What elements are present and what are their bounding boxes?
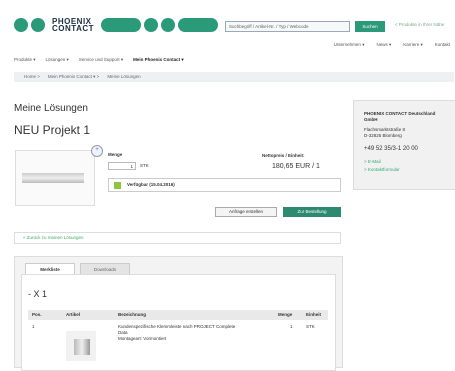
breadcrumb-current: Meine Lösungen (107, 74, 141, 79)
project-title: NEU Projekt 1 (14, 123, 91, 137)
logo-wordmark: PHOENIX CONTACT (52, 17, 95, 33)
contact-company: PHOENIX CONTACT Deutschland GmbH (364, 111, 436, 122)
col-pos: Pos. (32, 312, 42, 317)
breadcrumb-home[interactable]: Home > (24, 72, 40, 82)
contact-form-link[interactable]: > Kontaktformular (364, 167, 400, 172)
logo-dot (31, 18, 45, 32)
row-menge: 1 (290, 324, 293, 329)
row-product-image (66, 331, 96, 361)
logo-dot (14, 18, 28, 32)
breadcrumb-mein-phoenix[interactable]: Mein Phoenix Contact ▾ > (48, 72, 99, 82)
search-button[interactable]: Suchen (355, 21, 385, 32)
price-value: 180,65 EUR / 1 (272, 163, 320, 170)
back-link[interactable]: « Zurück zu meinen Lösungen (14, 232, 341, 244)
tabs-panel: Merkliste Downloads - X 1 Pos. Artikel B… (14, 256, 343, 371)
main-nav: Produkte ▾ Lösungen ▾ Service und Suppor… (14, 57, 184, 63)
logo-dot (144, 18, 159, 32)
section-title: - X 1 (28, 289, 48, 299)
phoenix-logo[interactable]: PHOENIX CONTACT (14, 17, 219, 33)
language-selector[interactable]: < Produkte in Ihrer Nähe (395, 22, 444, 27)
nav-service[interactable]: Service und Support ▾ (79, 57, 123, 63)
col-artikel: Artikel (66, 312, 81, 317)
row-einheit: STK (306, 324, 315, 329)
nav-karriere[interactable]: Karriere ▾ (403, 42, 423, 48)
table-row[interactable]: 1 Kundenspezifische Klemmleiste nach PRO… (28, 321, 328, 361)
request-quote-button[interactable]: Anfrage erstellen (215, 207, 277, 217)
nav-loesungen[interactable]: Lösungen ▾ (46, 57, 69, 63)
top-bar: PHOENIX CONTACT Suchbegriff / Artikel-Nr… (0, 0, 455, 60)
order-button[interactable]: Zur Bestellung (283, 207, 341, 217)
logo-pill (101, 18, 142, 32)
table-header: Pos. Artikel Bezeichnung Menge Einheit (28, 310, 328, 320)
nav-kontakt[interactable]: Kontakt (435, 42, 450, 48)
contact-phone: +49 52 35/3-1 20 00 (364, 146, 418, 152)
row-description: Kundenspezifische Klemmleiste nach PROJE… (118, 324, 236, 341)
page-title: Meine Lösungen (14, 103, 88, 114)
nav-unternehmen[interactable]: Unternehmen ▾ (334, 42, 365, 48)
breadcrumb: Home > Mein Phoenix Contact ▾ > Meine Lö… (14, 72, 454, 82)
tab-content: - X 1 Pos. Artikel Bezeichnung Menge Ein… (21, 274, 336, 371)
price-label: Nettopreis / Einheit: (262, 153, 305, 158)
availability-icon (114, 182, 121, 189)
contact-email-link[interactable]: > E-Mail (364, 159, 381, 164)
quantity-label: Menge (108, 152, 123, 157)
nav-produkte[interactable]: Produkte ▾ (14, 57, 36, 63)
quantity-unit: STK (140, 163, 149, 168)
col-bezeichnung: Bezeichnung (118, 312, 147, 317)
product-image[interactable] (15, 150, 95, 206)
terminal-strip-graphic (22, 173, 84, 183)
nav-mein-phoenix[interactable]: Mein Phoenix Contact ▾ (133, 57, 184, 63)
top-nav: Unternehmen ▾ News ▾ Karriere ▾ Kontakt (334, 42, 450, 48)
availability-text: Verfügbar (15.04.2016) (127, 182, 175, 187)
quantity-input[interactable]: 1 (108, 162, 136, 170)
row-pos: 1 (32, 324, 35, 329)
search-input[interactable]: Suchbegriff / Artikel-Nr. / Typ / Webcod… (225, 21, 350, 32)
availability-box: Verfügbar (15.04.2016) (108, 178, 341, 192)
zoom-icon[interactable]: + (91, 145, 103, 157)
col-einheit: Einheit (306, 312, 322, 317)
nav-news[interactable]: News ▾ (376, 42, 391, 48)
logo-dot (161, 18, 176, 32)
logo-pill (178, 18, 219, 32)
contact-sidebar: PHOENIX CONTACT Deutschland GmbH Flachsm… (353, 100, 455, 190)
contact-address: Flachsmarktstraße 8 D-32825 Blomberg (364, 127, 406, 138)
col-menge: Menge (278, 312, 293, 317)
